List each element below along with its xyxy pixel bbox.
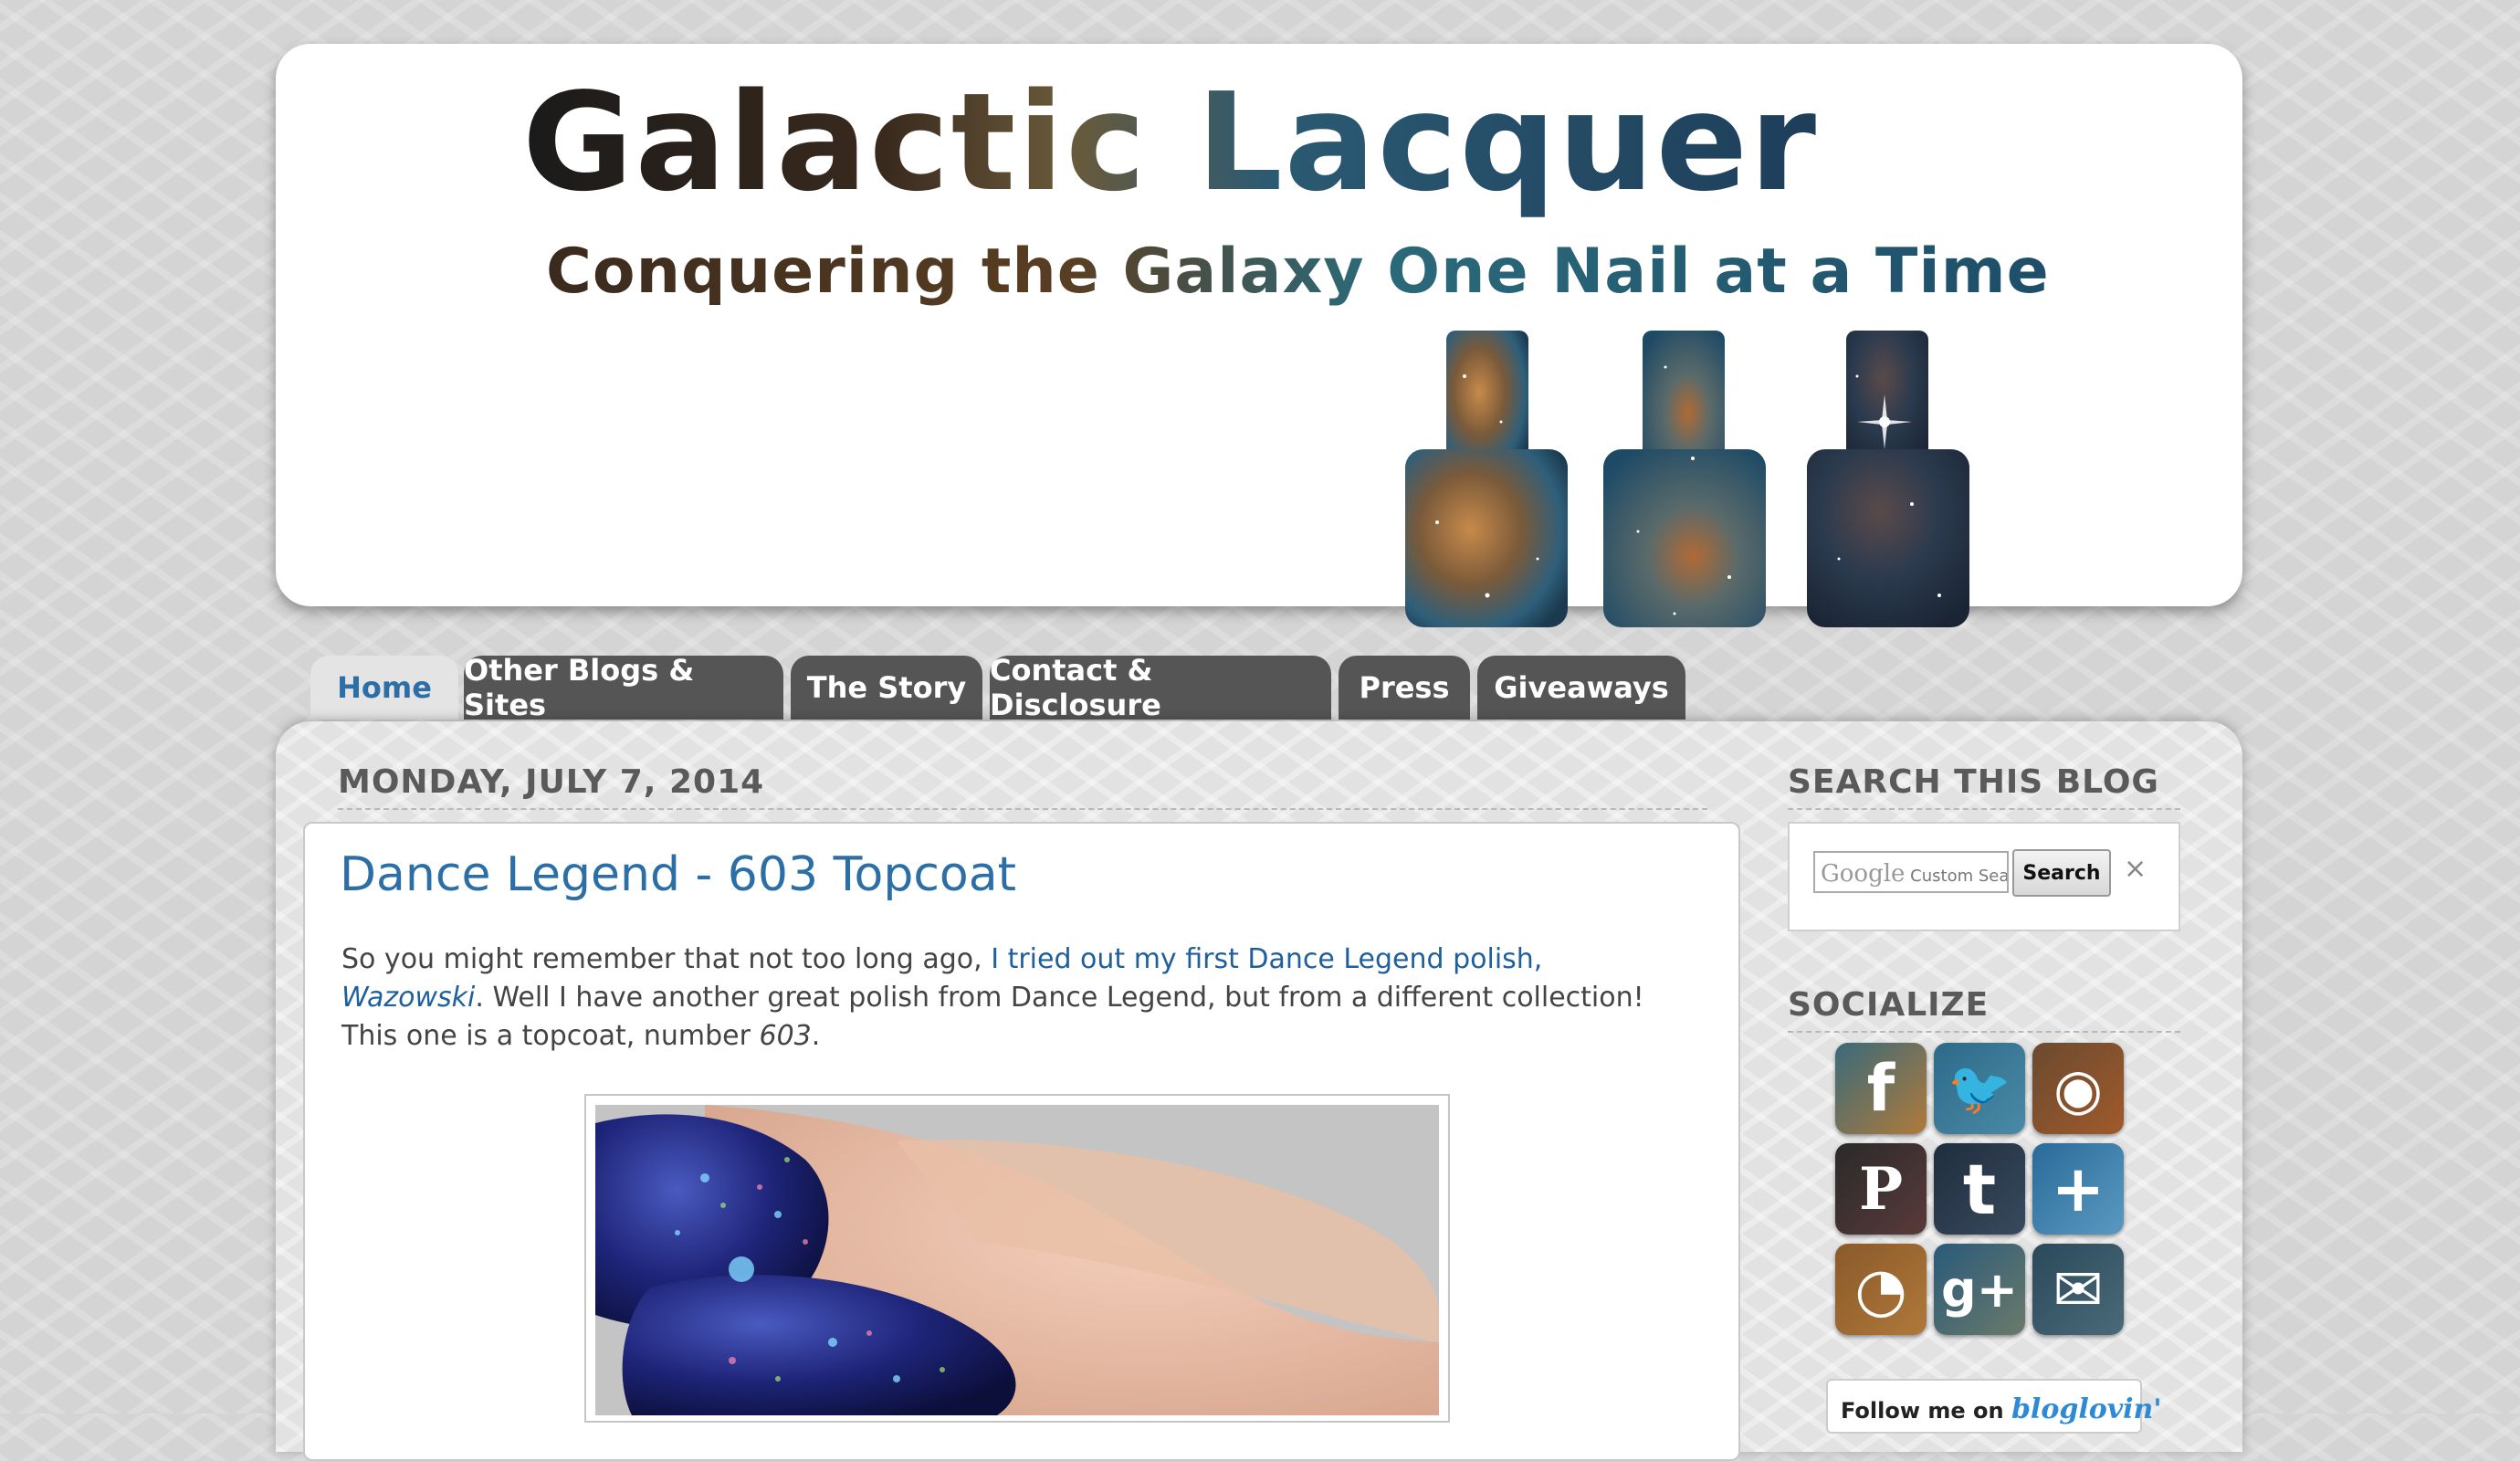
tab-press[interactable]: Press (1339, 656, 1470, 720)
nail-swatch-photo[interactable] (595, 1105, 1439, 1415)
blog-tagline: Conquering the Galaxy One Nail at a Time (546, 236, 2050, 308)
facebook-icon[interactable]: f (1835, 1043, 1927, 1134)
post-date: MONDAY, JULY 7, 2014 (338, 763, 1707, 810)
bottle-2 (1603, 331, 1766, 627)
plus-icon[interactable]: + (2032, 1143, 2124, 1235)
post-intro-text: So you might remember that not too long … (341, 943, 992, 975)
google-logo: Google (1821, 860, 1906, 888)
tab-contact-disclosure[interactable]: Contact & Disclosure (990, 653, 1331, 722)
post-after-link-text: . Well I have another great polish from … (341, 982, 1644, 1052)
tab-other-blogs-sites[interactable]: Other Blogs & Sites (464, 653, 783, 722)
tab-the-story[interactable]: The Story (791, 656, 982, 720)
search-placeholder: Custom Search (1910, 867, 2009, 886)
post-body: So you might remember that not too long … (341, 943, 1644, 1052)
post-title-link[interactable]: Dance Legend - 603 Topcoat (340, 847, 1016, 902)
tumblr-icon[interactable]: t (1934, 1143, 2025, 1235)
search-input[interactable]: Google Custom Search (1813, 851, 2009, 893)
bloglovin-follow-button[interactable]: Follow me on bloglovin' (1826, 1379, 2162, 1434)
bloglovin-logo: bloglovin' (2011, 1393, 2162, 1425)
pinterest-icon[interactable]: P (1835, 1143, 1927, 1235)
search-widget-title: SEARCH THIS BLOG (1788, 763, 2180, 810)
social-icons-grid: f 🐦 ◉ P t + ◔ g+ ✉ (1835, 1043, 2133, 1340)
rss-icon[interactable]: ◔ (1835, 1244, 1927, 1335)
blog-header: Galactic Lacquer Conquering the Galaxy O… (276, 44, 2242, 627)
google-plus-icon[interactable]: g+ (1934, 1244, 2025, 1335)
clear-search-icon[interactable]: × (2124, 853, 2147, 885)
bottle-3 (1807, 331, 1969, 627)
post-number-text: 603 (759, 1020, 812, 1052)
tab-giveaways[interactable]: Giveaways (1477, 656, 1685, 720)
socialize-widget-title: SOCIALIZE (1788, 986, 2180, 1033)
email-icon[interactable]: ✉ (2032, 1244, 2124, 1335)
twitter-icon[interactable]: 🐦 (1934, 1043, 2025, 1134)
tab-home[interactable]: Home (310, 656, 458, 720)
blog-title[interactable]: Galactic Lacquer (522, 60, 1818, 225)
nail-polish-bottles-image (1401, 321, 1994, 641)
search-button[interactable]: Search (2012, 849, 2111, 897)
instagram-icon[interactable]: ◉ (2032, 1043, 2124, 1134)
bottle-1 (1405, 331, 1568, 627)
